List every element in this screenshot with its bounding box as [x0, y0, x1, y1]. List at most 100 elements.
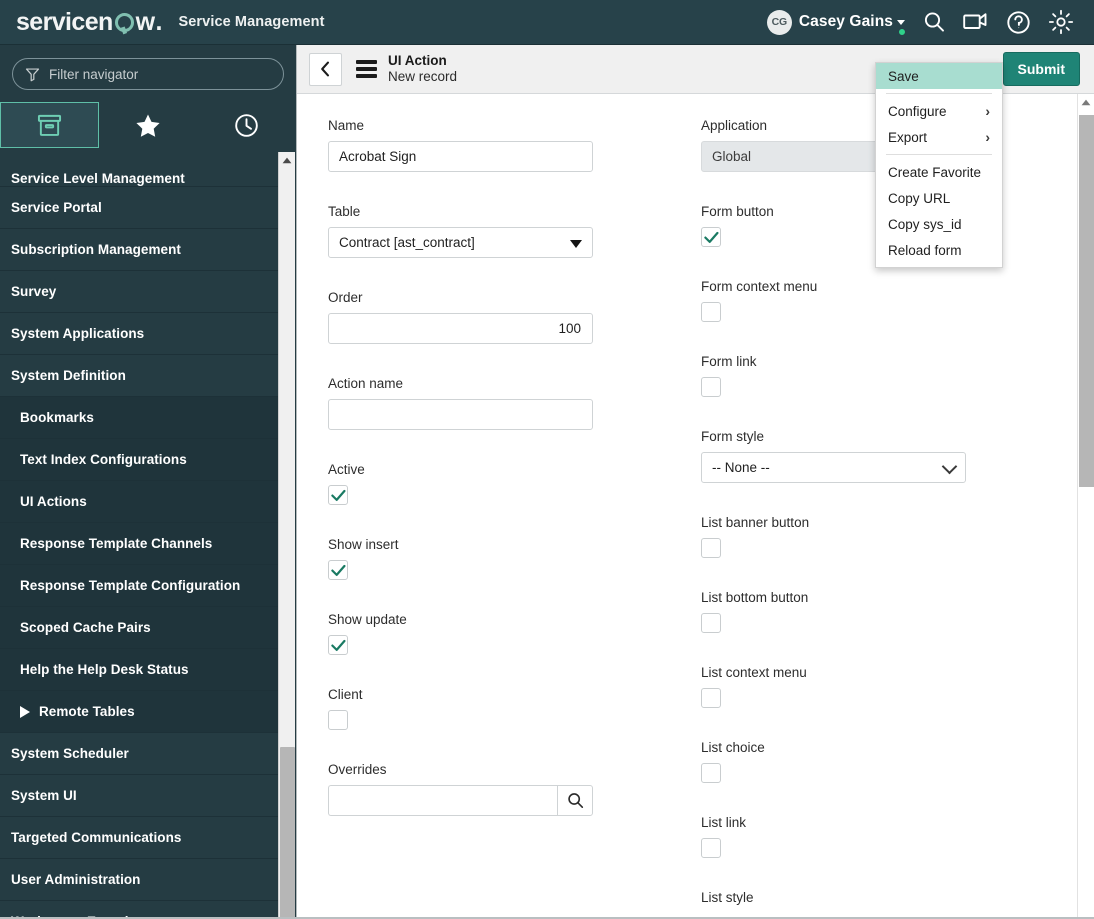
- field-spacer: [701, 858, 1041, 890]
- sidebar-item-targeted-communications[interactable]: Targeted Communications: [0, 817, 281, 859]
- menu-item-copy-url[interactable]: Copy URL: [876, 185, 1002, 211]
- sidebar-item-label: Bookmarks: [20, 410, 94, 425]
- menu-item-configure[interactable]: Configure ›: [876, 98, 1002, 124]
- tab-all[interactable]: [0, 102, 99, 148]
- field-input[interactable]: [328, 313, 593, 344]
- menu-item-label: Copy URL: [888, 190, 951, 206]
- field-select[interactable]: -- None --: [701, 452, 966, 483]
- sidebar-item-subscription-management[interactable]: Subscription Management: [0, 229, 281, 271]
- field-label: List style: [701, 890, 754, 905]
- sidebar-item-response-template-channels[interactable]: Response Template Channels: [0, 523, 281, 565]
- tab-history[interactable]: [197, 102, 296, 148]
- field-label: Form link: [701, 354, 757, 369]
- sidebar-item-system-applications[interactable]: System Applications: [0, 313, 281, 355]
- menu-separator: [886, 154, 992, 155]
- tab-favorites[interactable]: [99, 102, 198, 148]
- field-checkbox[interactable]: [701, 302, 721, 322]
- field-label: Form style: [701, 429, 765, 444]
- submenu-chevron-right-icon: ›: [985, 129, 990, 145]
- menu-item-label: Reload form: [888, 242, 962, 258]
- sidebar-item-label: UI Actions: [20, 494, 87, 509]
- field-label: List banner button: [701, 515, 810, 530]
- help-icon[interactable]: [1006, 10, 1031, 35]
- field-checkbox[interactable]: [701, 688, 721, 708]
- sidebar-scrollbar-thumb[interactable]: [280, 747, 295, 919]
- sidebar-scroll-up-arrow[interactable]: [279, 152, 295, 169]
- hamburger-menu-icon[interactable]: [356, 60, 377, 78]
- field-checkbox[interactable]: [328, 710, 348, 730]
- servicenow-logo[interactable]: servicen w .: [16, 8, 162, 37]
- menu-item-save[interactable]: Save: [876, 63, 1002, 89]
- search-icon[interactable]: [922, 10, 946, 34]
- menu-item-copy-sys-id[interactable]: Copy sys_id: [876, 211, 1002, 237]
- sidebar-item-service-level-management[interactable]: Service Level Management: [0, 150, 281, 187]
- submit-button[interactable]: Submit: [1002, 52, 1080, 86]
- field-input[interactable]: [328, 141, 593, 172]
- field-show-insert: Show insert: [328, 537, 669, 612]
- sidebar-item-bookmarks[interactable]: Bookmarks: [0, 397, 281, 439]
- sidebar-item-response-template-configuration[interactable]: Response Template Configuration: [0, 565, 281, 607]
- field-checkbox[interactable]: [328, 560, 348, 580]
- field-spacer: [328, 580, 669, 612]
- form-scrollbar[interactable]: [1077, 94, 1094, 919]
- sidebar-item-survey[interactable]: Survey: [0, 271, 281, 313]
- navigator-scroll-area: Service Level Management Service Portal Su…: [0, 150, 296, 919]
- lookup-search-button[interactable]: [557, 785, 593, 816]
- field-checkbox[interactable]: [328, 635, 348, 655]
- star-icon: [136, 114, 160, 137]
- field-list-bottom-button: List bottom button: [701, 590, 1041, 665]
- field-label: Show update: [328, 612, 407, 627]
- select-value: Contract [ast_contract]: [328, 227, 593, 258]
- menu-item-export[interactable]: Export ›: [876, 124, 1002, 150]
- select-value: -- None --: [701, 452, 966, 483]
- sidebar-item-help-the-help-desk-status[interactable]: Help the Help Desk Status: [0, 649, 281, 691]
- field-checkbox[interactable]: [701, 538, 721, 558]
- menu-item-reload-form[interactable]: Reload form: [876, 237, 1002, 263]
- field-spacer: [701, 397, 1041, 429]
- context-menu-items: Save Configure › Export › Create Favorite Copy…: [876, 63, 1002, 263]
- form-scrollbar-thumb[interactable]: [1079, 115, 1094, 487]
- expand-triangle-icon: [20, 705, 30, 718]
- sidebar-item-ui-actions[interactable]: UI Actions: [0, 481, 281, 523]
- navigator-tabs: [0, 102, 296, 148]
- sidebar-item-system-ui[interactable]: System UI: [0, 775, 281, 817]
- chevron-down-icon: [897, 19, 905, 25]
- field-name: Name: [328, 118, 669, 204]
- field-input[interactable]: [328, 399, 593, 430]
- navigator-item-list: Service Level Management Service Portal Su…: [0, 150, 296, 919]
- sidebar-item-service-portal[interactable]: Service Portal: [0, 187, 281, 229]
- sidebar-item-system-definition[interactable]: System Definition: [0, 355, 281, 397]
- field-select[interactable]: Contract [ast_contract]: [328, 227, 593, 258]
- field-spacer: [328, 816, 669, 848]
- field-checkbox[interactable]: [701, 838, 721, 858]
- sidebar-item-label: Text Index Configurations: [20, 452, 187, 467]
- sidebar-item-text-index-configurations[interactable]: Text Index Configurations: [0, 439, 281, 481]
- conversations-icon[interactable]: [963, 11, 989, 33]
- menu-item-label: Copy sys_id: [888, 216, 962, 232]
- sidebar-item-scoped-cache-pairs[interactable]: Scoped Cache Pairs: [0, 607, 281, 649]
- sidebar-item-system-scheduler[interactable]: System Scheduler: [0, 733, 281, 775]
- filter-navigator-input[interactable]: Filter navigator: [12, 58, 284, 90]
- field-checkbox[interactable]: [701, 613, 721, 633]
- field-checkbox[interactable]: [328, 485, 348, 505]
- field-label: Order: [328, 290, 363, 305]
- field-active: Active: [328, 462, 669, 537]
- logo-text-before: servicen: [16, 7, 113, 36]
- gear-icon[interactable]: [1048, 9, 1074, 35]
- sidebar-item-label: Service Level Management: [11, 171, 185, 186]
- presence-indicator-icon: [898, 27, 906, 36]
- menu-item-label: Export: [888, 129, 928, 145]
- back-button[interactable]: [309, 52, 342, 86]
- lookup-input[interactable]: [328, 785, 557, 816]
- menu-item-create-favorite[interactable]: Create Favorite: [876, 159, 1002, 185]
- field-checkbox[interactable]: [701, 377, 721, 397]
- field-checkbox[interactable]: [701, 227, 721, 247]
- form-scroll-up-arrow[interactable]: [1078, 94, 1094, 111]
- sidebar-scrollbar[interactable]: [278, 152, 295, 919]
- user-menu[interactable]: CG Casey Gains: [766, 9, 906, 36]
- sidebar-item-remote-tables[interactable]: Remote Tables: [0, 691, 281, 733]
- field-checkbox[interactable]: [701, 763, 721, 783]
- sidebar-item-label: Response Template Configuration: [20, 578, 241, 593]
- sidebar-item-user-administration[interactable]: User Administration: [0, 859, 281, 901]
- field-overrides: Overrides: [328, 762, 669, 848]
